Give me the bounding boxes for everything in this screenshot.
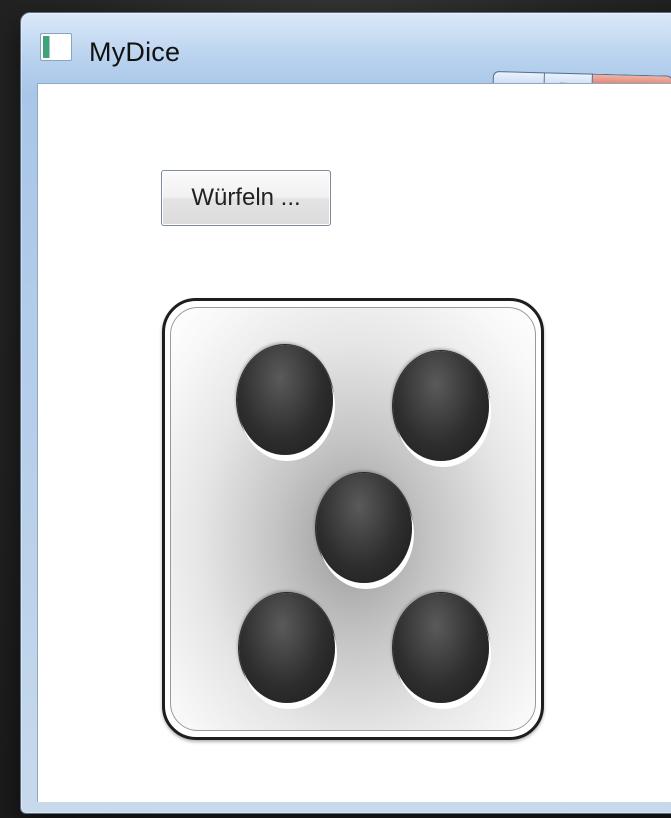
dice-pip-bottom-left bbox=[239, 593, 335, 703]
dice-pip-bottom-right bbox=[393, 593, 489, 703]
desktop: MyDice x Würfeln ... bbox=[0, 0, 671, 818]
dice bbox=[162, 298, 544, 740]
dice-pip-center bbox=[316, 473, 412, 583]
title-bar[interactable]: MyDice x bbox=[21, 13, 671, 110]
client-area: Würfeln ... bbox=[37, 83, 671, 802]
dice-face bbox=[170, 307, 536, 731]
window-title: MyDice bbox=[89, 37, 181, 67]
dice-pip-top-left bbox=[237, 345, 333, 455]
app-window: MyDice x Würfeln ... bbox=[20, 12, 671, 814]
app-icon bbox=[40, 33, 72, 61]
roll-dice-button[interactable]: Würfeln ... bbox=[161, 170, 331, 226]
dice-pip-top-right bbox=[393, 351, 489, 461]
